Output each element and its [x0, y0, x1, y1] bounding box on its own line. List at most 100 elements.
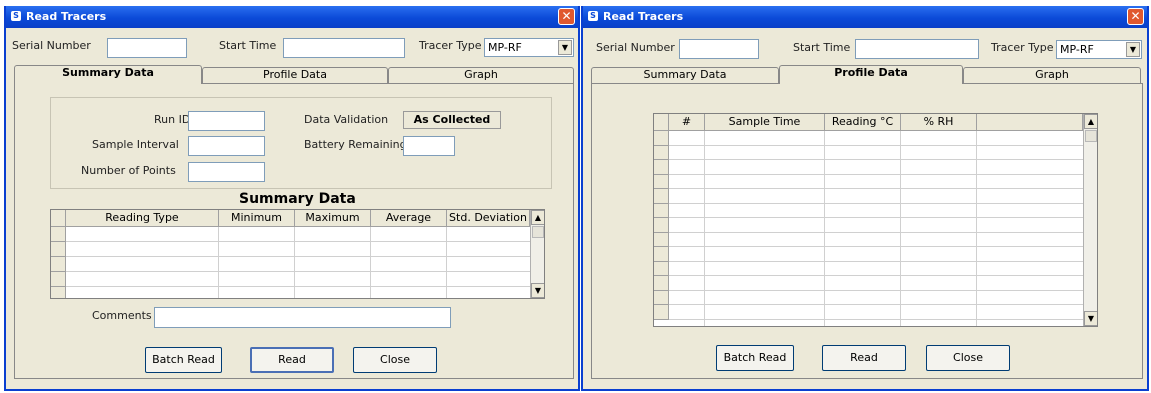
- tab-summary-data[interactable]: Summary Data: [591, 67, 779, 83]
- column-header[interactable]: Minimum: [219, 210, 295, 227]
- row-selector[interactable]: [51, 272, 66, 287]
- row-selector[interactable]: [51, 242, 66, 257]
- summary-data-grid[interactable]: Reading Type Minimum Maximum Average Std…: [50, 209, 545, 299]
- grid-line: [669, 188, 1083, 189]
- profile-tab-panel: # Sample Time Reading °C % RH ▲ ▼ Batch …: [591, 83, 1143, 379]
- tab-profile-data[interactable]: Profile Data: [202, 67, 388, 83]
- column-header[interactable]: Std. Deviation: [447, 210, 530, 227]
- row-selector[interactable]: [654, 174, 669, 189]
- close-button[interactable]: Close: [353, 347, 437, 373]
- grid-line: [669, 173, 1083, 175]
- row-selector[interactable]: [654, 247, 669, 262]
- title-bar[interactable]: S Read Tracers ✕: [583, 6, 1147, 28]
- profile-data-grid[interactable]: # Sample Time Reading °C % RH ▲ ▼: [653, 113, 1098, 327]
- window-title: Read Tracers: [603, 10, 684, 23]
- tab-label: Graph: [464, 68, 498, 81]
- read-button[interactable]: Read: [250, 347, 334, 373]
- grid-line: [669, 217, 1083, 218]
- summary-tab-panel: Run ID Sample Interval Number of Points …: [14, 83, 574, 379]
- batch-read-button[interactable]: Batch Read: [145, 347, 222, 373]
- title-bar[interactable]: S Read Tracers ✕: [6, 6, 578, 28]
- app-icon: S: [588, 11, 598, 21]
- row-selector[interactable]: [654, 131, 669, 146]
- grid-line: [669, 318, 1083, 320]
- close-button[interactable]: Close: [926, 345, 1010, 371]
- grid-scrollbar[interactable]: ▲ ▼: [1083, 114, 1097, 326]
- scroll-up-arrow-icon[interactable]: ▲: [531, 210, 544, 225]
- column-header[interactable]: Average: [371, 210, 447, 227]
- grid-line: [66, 241, 530, 242]
- column-header[interactable]: #: [669, 114, 705, 131]
- start-time-field[interactable]: [855, 39, 979, 59]
- grid-line: [669, 275, 1083, 276]
- row-selector[interactable]: [51, 227, 66, 242]
- row-selector[interactable]: [51, 257, 66, 272]
- tracer-type-select[interactable]: MP-RF ▼: [1056, 40, 1142, 59]
- grid-line: [218, 227, 219, 298]
- tab-label: Profile Data: [263, 68, 327, 81]
- serial-number-field[interactable]: [107, 38, 187, 58]
- row-selector[interactable]: [654, 276, 669, 291]
- scroll-down-arrow-icon[interactable]: ▼: [1084, 311, 1097, 326]
- grid-line: [669, 289, 1083, 291]
- grid-corner: [51, 210, 66, 227]
- grid-scrollbar[interactable]: ▲ ▼: [530, 210, 544, 298]
- column-header[interactable]: Maximum: [295, 210, 371, 227]
- scroll-thumb[interactable]: [1085, 130, 1097, 142]
- grid-line: [66, 256, 530, 257]
- row-selector[interactable]: [51, 287, 66, 298]
- read-tracers-window-profile: S Read Tracers ✕ Serial Number Start Tim…: [581, 6, 1149, 391]
- data-validation-value: As Collected: [403, 111, 501, 129]
- battery-remaining-field[interactable]: [403, 136, 455, 156]
- grid-line: [669, 144, 1083, 146]
- tab-profile-data[interactable]: Profile Data: [779, 65, 963, 84]
- scroll-thumb[interactable]: [532, 226, 544, 238]
- column-header[interactable]: Reading Type: [66, 210, 219, 227]
- batch-read-button[interactable]: Batch Read: [716, 345, 794, 371]
- chevron-down-icon[interactable]: ▼: [1126, 42, 1140, 57]
- sample-interval-field[interactable]: [188, 136, 265, 156]
- run-id-field[interactable]: [188, 111, 265, 131]
- scroll-down-arrow-icon[interactable]: ▼: [531, 283, 544, 298]
- read-button[interactable]: Read: [822, 345, 906, 371]
- serial-number-field[interactable]: [679, 39, 759, 59]
- grid-line: [900, 131, 901, 326]
- comments-label: Comments: [92, 309, 152, 322]
- start-time-label: Start Time: [793, 41, 851, 54]
- close-icon[interactable]: ✕: [558, 8, 575, 25]
- grid-line: [66, 286, 530, 287]
- tab-label: Summary Data: [62, 66, 154, 79]
- start-time-field[interactable]: [283, 38, 405, 58]
- tab-label: Profile Data: [834, 66, 908, 79]
- column-header[interactable]: Sample Time: [705, 114, 825, 131]
- row-selector[interactable]: [654, 203, 669, 218]
- row-selector[interactable]: [654, 261, 669, 276]
- grid-line: [704, 131, 705, 326]
- tracer-type-value: MP-RF: [488, 41, 522, 54]
- chevron-down-icon[interactable]: ▼: [558, 40, 572, 55]
- number-of-points-label: Number of Points: [81, 164, 176, 177]
- tracer-type-select[interactable]: MP-RF ▼: [484, 38, 574, 57]
- scroll-up-arrow-icon[interactable]: ▲: [1084, 114, 1097, 129]
- row-selector[interactable]: [654, 290, 669, 305]
- row-selector[interactable]: [654, 145, 669, 160]
- comments-field[interactable]: [154, 307, 451, 328]
- close-icon[interactable]: ✕: [1127, 8, 1144, 25]
- row-selector[interactable]: [654, 189, 669, 204]
- row-selector[interactable]: [654, 160, 669, 175]
- column-header[interactable]: % RH: [901, 114, 977, 131]
- tab-summary-data[interactable]: Summary Data: [14, 65, 202, 84]
- row-selector[interactable]: [654, 305, 669, 320]
- tab-graph[interactable]: Graph: [388, 67, 574, 83]
- grid-line: [669, 159, 1083, 160]
- number-of-points-field[interactable]: [188, 162, 265, 182]
- grid-line: [976, 131, 977, 326]
- tab-graph[interactable]: Graph: [963, 67, 1141, 83]
- grid-line: [294, 227, 295, 298]
- column-header[interactable]: Reading °C: [825, 114, 901, 131]
- row-selector[interactable]: [654, 232, 669, 247]
- serial-number-label: Serial Number: [12, 39, 91, 52]
- grid-line: [669, 202, 1083, 204]
- serial-number-label: Serial Number: [596, 41, 675, 54]
- row-selector[interactable]: [654, 218, 669, 233]
